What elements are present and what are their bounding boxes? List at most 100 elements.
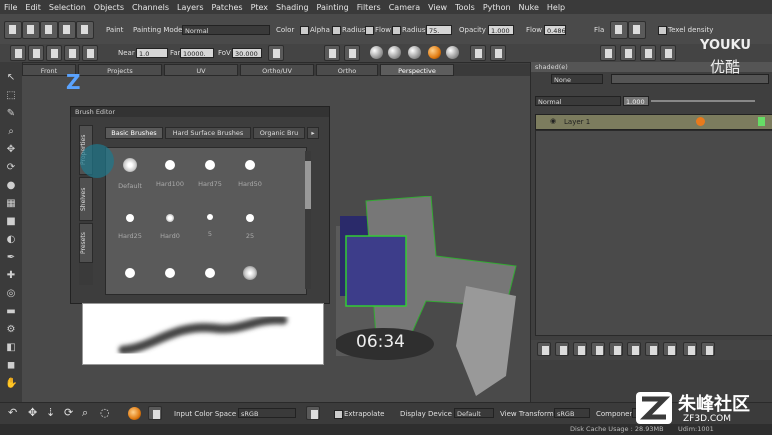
menu-item-filters[interactable]: Filters [353, 3, 385, 12]
menu-item-tools[interactable]: Tools [451, 3, 479, 12]
document-icon[interactable] [306, 406, 320, 420]
layer-row[interactable]: ◉ Layer 1 [535, 114, 772, 130]
near-field[interactable]: 1.0 [136, 48, 168, 58]
brush-hard50[interactable]: Hard50 [230, 154, 270, 196]
duplicate-layer-icon[interactable] [591, 342, 605, 356]
brush-hard100[interactable]: Hard100 [150, 154, 190, 196]
menu-item-camera[interactable]: Camera [385, 3, 424, 12]
brush-row3-3[interactable] [190, 262, 230, 304]
picker-icon[interactable]: ✚ [5, 270, 17, 282]
side-tab-presets[interactable]: Presets [79, 223, 93, 263]
transform-icon[interactable]: ⬚ [5, 90, 17, 102]
move-up-icon[interactable] [683, 342, 697, 356]
lut-icon[interactable] [148, 406, 162, 420]
layer-lock-icon[interactable] [758, 117, 765, 126]
layer-merge-icon[interactable] [640, 45, 656, 61]
flat-sphere-icon[interactable] [370, 46, 383, 59]
flatten-icon[interactable] [610, 21, 628, 39]
menu-item-python[interactable]: Python [479, 3, 515, 12]
paint-brush-icon[interactable]: ✎ [5, 108, 17, 120]
grid-icon[interactable] [628, 21, 646, 39]
menu-item-edit[interactable]: Edit [21, 3, 45, 12]
flow-checkbox[interactable] [392, 26, 401, 35]
material-sphere-icon[interactable] [428, 46, 441, 59]
rotate-view-icon[interactable]: ⟳ [64, 406, 73, 419]
layer-opacity-field[interactable]: 1.000 [623, 96, 649, 106]
color-checkbox[interactable] [300, 26, 309, 35]
input-color-space-select[interactable]: sRGB [238, 408, 296, 418]
flow-field[interactable]: 0.486 [544, 25, 566, 35]
brush-hard0[interactable]: Hard0 [150, 208, 190, 250]
tab-projects[interactable]: Projects [78, 64, 162, 76]
shading-icon[interactable] [324, 45, 340, 61]
menu-item-selection[interactable]: Selection [45, 3, 90, 12]
fov-field[interactable]: 30.000 [232, 48, 262, 58]
frame-view-icon[interactable]: ◌ [100, 406, 110, 419]
zoom-view-icon[interactable]: ⌕ [82, 406, 88, 420]
fill-icon[interactable]: ◧ [5, 342, 17, 354]
channel-select[interactable]: None [551, 74, 603, 84]
brush-25[interactable]: 25 [230, 208, 270, 250]
brush-hard25[interactable]: Hard25 [110, 208, 150, 250]
move-view-icon[interactable]: ✥ [28, 406, 37, 419]
display-device-select[interactable]: Default [454, 408, 494, 418]
share-icon[interactable] [58, 21, 76, 39]
wireframe-icon[interactable] [82, 45, 98, 61]
menu-item-objects[interactable]: Objects [90, 3, 128, 12]
tab-ortho-uv[interactable]: Ortho/UV [240, 64, 314, 76]
layer-settings-icon[interactable] [663, 342, 677, 356]
brush-row3-4[interactable] [230, 262, 270, 304]
tab-basic-brushes[interactable]: Basic Brushes [105, 127, 163, 139]
save-icon[interactable] [40, 21, 58, 39]
gear-icon[interactable]: ⚙ [5, 324, 17, 336]
grid-tool-icon[interactable]: ▦ [5, 198, 17, 210]
tab-hard-surface-brushes[interactable]: Hard Surface Brushes [165, 127, 251, 139]
down-arrow-icon[interactable]: ⇣ [46, 406, 55, 419]
move-icon[interactable]: ✥ [5, 144, 17, 156]
brush-hard75[interactable]: Hard75 [190, 154, 230, 196]
filter-icon[interactable] [645, 342, 659, 356]
channel-field[interactable] [611, 74, 769, 84]
tab-ortho[interactable]: Ortho [316, 64, 378, 76]
zoom-icon[interactable]: ⌕ [5, 126, 17, 138]
open-icon[interactable] [22, 21, 40, 39]
brush-grid-scrollbar[interactable] [305, 151, 311, 289]
far-field[interactable]: 10000. [180, 48, 214, 58]
radius-checkbox[interactable] [365, 26, 374, 35]
mask-icon[interactable] [627, 342, 641, 356]
target-icon[interactable]: ◎ [5, 288, 17, 300]
menu-item-file[interactable]: File [0, 3, 21, 12]
layer-delete-icon[interactable] [660, 45, 676, 61]
eraser-icon[interactable]: ▬ [5, 306, 17, 318]
revolver-model[interactable] [336, 196, 530, 402]
radius-field[interactable]: 75. [426, 25, 452, 35]
swatch-icon[interactable]: ◼ [5, 360, 17, 372]
menu-item-painting[interactable]: Painting [313, 3, 353, 12]
menu-item-shading[interactable]: Shading [272, 3, 313, 12]
fit-icon[interactable] [46, 45, 62, 61]
pen-icon[interactable]: ✒ [5, 252, 17, 264]
tab-scroll-right-icon[interactable]: ▸ [307, 127, 319, 139]
menu-item-view[interactable]: View [424, 3, 451, 12]
full-sphere-icon[interactable] [408, 46, 421, 59]
layer-opacity-slider[interactable] [651, 100, 755, 102]
add-adjustment-icon[interactable] [573, 342, 587, 356]
hand-icon[interactable]: ✋ [5, 378, 17, 390]
stamp-icon[interactable]: ■ [5, 216, 17, 228]
color-space-icon[interactable] [128, 407, 141, 420]
menu-item-layers[interactable]: Layers [173, 3, 207, 12]
painting-mode-select[interactable]: Normal [182, 25, 270, 35]
snapshot-icon[interactable] [490, 45, 506, 61]
menu-item-help[interactable]: Help [543, 3, 569, 12]
menu-item-ptex[interactable]: Ptex [247, 3, 272, 12]
select-icon[interactable]: ↖ [5, 72, 17, 84]
reset-icon[interactable] [268, 45, 284, 61]
lit-sphere-icon[interactable] [388, 46, 401, 59]
render-icon[interactable] [470, 45, 486, 61]
undo-icon[interactable] [76, 21, 94, 39]
texel-density-checkbox[interactable] [658, 26, 667, 35]
menu-item-channels[interactable]: Channels [128, 3, 173, 12]
blend-mode-select[interactable]: Normal [535, 96, 621, 106]
rotate-icon[interactable]: ⟳ [5, 162, 17, 174]
toggle-icon[interactable] [344, 45, 360, 61]
